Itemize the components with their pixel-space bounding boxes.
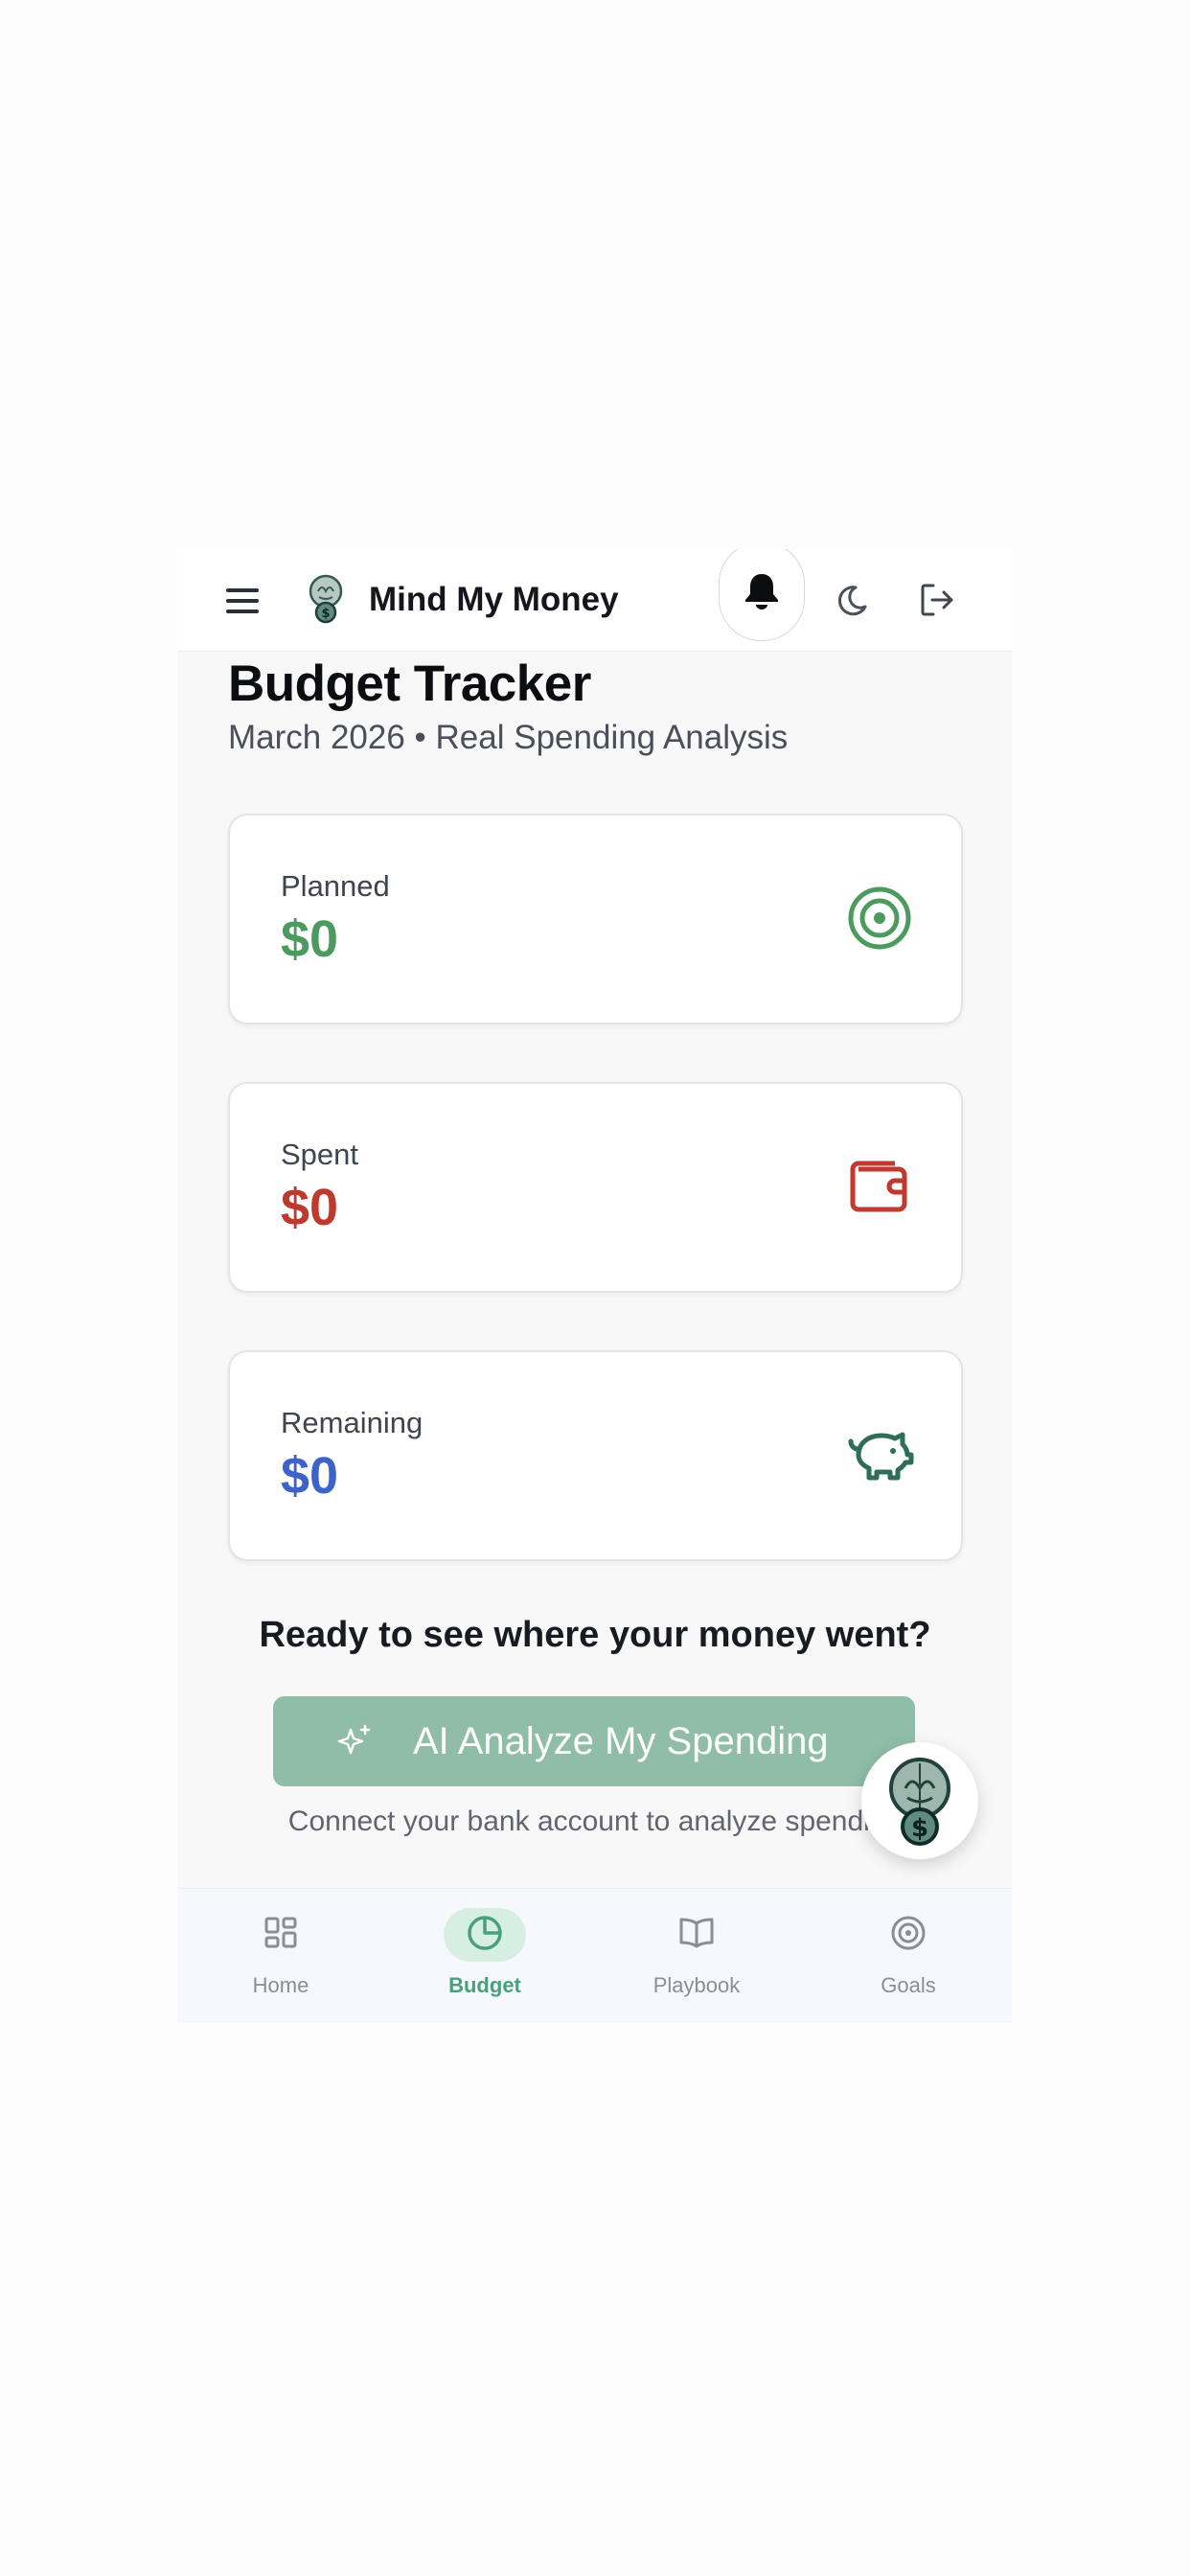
top-header: $ Mind My Money	[178, 549, 1012, 652]
svg-text:$: $	[911, 1814, 928, 1843]
spent-value: $0	[281, 1179, 339, 1236]
spent-card: Spent $0	[228, 1082, 963, 1293]
logout-icon	[921, 584, 953, 616]
planned-label: Planned	[281, 869, 390, 903]
brain-money-logo-icon: $	[309, 574, 343, 624]
nav-home-label: Home	[252, 1973, 309, 1997]
bell-icon	[745, 574, 778, 610]
book-icon	[679, 1918, 714, 1948]
remaining-label: Remaining	[281, 1406, 423, 1439]
page-subtitle: March 2026 • Real Spending Analysis	[228, 719, 789, 756]
target-icon	[891, 1916, 926, 1950]
cta-heading: Ready to see where your money went?	[259, 1615, 931, 1655]
menu-button[interactable]	[220, 580, 266, 622]
nav-budget-label: Budget	[448, 1973, 521, 1997]
app-title: Mind My Money	[369, 581, 619, 618]
ai-analyze-button[interactable]: AI Analyze My Spending	[273, 1696, 915, 1786]
page-title: Budget Tracker	[228, 656, 591, 712]
ai-analyze-label: AI Analyze My Spending	[413, 1720, 829, 1762]
bottom-navigation: Home Budget Playbook Goals	[178, 1888, 1012, 2023]
sparkles-icon	[337, 1724, 371, 1755]
nav-playbook-label: Playbook	[652, 1973, 741, 1997]
spent-label: Spent	[281, 1138, 359, 1171]
svg-text:$: $	[321, 607, 330, 621]
nav-goals-label: Goals	[881, 1973, 936, 1997]
hamburger-icon	[226, 588, 259, 613]
planned-value: $0	[281, 910, 339, 968]
planned-card: Planned $0	[228, 814, 963, 1024]
ai-assistant-fab[interactable]: $	[861, 1742, 978, 1859]
notifications-button[interactable]	[719, 549, 805, 641]
target-icon	[848, 886, 911, 950]
moon-icon	[837, 586, 867, 616]
remaining-value: $0	[281, 1447, 339, 1505]
pie-chart-icon	[468, 1916, 502, 1950]
brain-money-assistant-icon: $	[889, 1758, 950, 1846]
logout-button[interactable]	[917, 580, 957, 620]
nav-goals[interactable]: Goals	[846, 1889, 971, 2023]
dark-mode-toggle[interactable]	[831, 582, 869, 620]
app-screen: $ Mind My Money Budget Tracker March 202…	[178, 549, 1012, 2023]
piggy-bank-icon	[848, 1432, 914, 1481]
nav-budget[interactable]: Budget	[423, 1889, 547, 2023]
grid-icon	[264, 1917, 297, 1948]
remaining-card: Remaining $0	[228, 1350, 963, 1561]
wallet-icon	[850, 1161, 907, 1212]
nav-home[interactable]: Home	[218, 1889, 343, 2023]
nav-playbook[interactable]: Playbook	[634, 1889, 759, 2023]
